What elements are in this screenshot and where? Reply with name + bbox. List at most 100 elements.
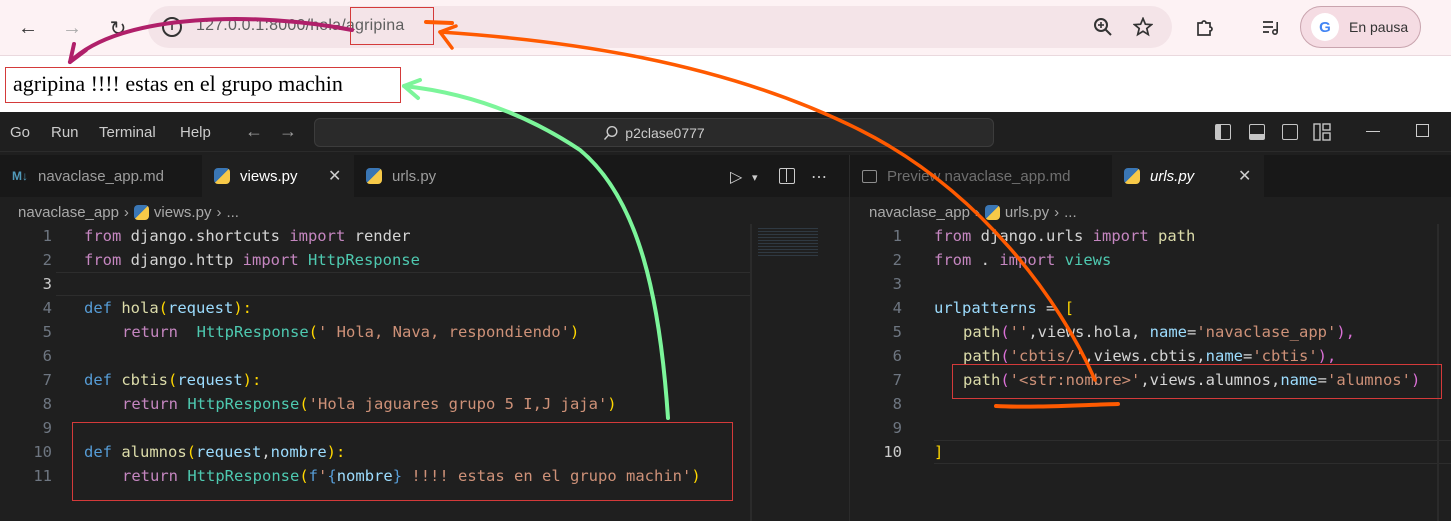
nav-forward-icon[interactable]: → [279, 121, 297, 142]
breadcrumb-separator-icon: › [123, 203, 129, 221]
views-editor[interactable]: 1 from django.shortcuts import render 2 fr… [0, 224, 849, 521]
menu-run[interactable]: Run [51, 124, 79, 141]
code-line: ] [934, 443, 944, 461]
toggle-panel-icon[interactable] [1249, 124, 1265, 140]
forward-button[interactable]: → [56, 12, 88, 44]
nav-back-icon[interactable]: ← [245, 121, 263, 142]
code-line: return HttpResponse(f'{nombre} !!!! esta… [122, 467, 701, 485]
search-icon [604, 125, 618, 140]
run-python-file-icon[interactable]: ▷ [730, 167, 742, 187]
forward-arrow-icon: → [62, 16, 82, 39]
code-line: def alumnos(request,nombre): [84, 443, 346, 461]
line-number: 3 [42, 275, 52, 293]
python-icon [214, 168, 230, 184]
breadcrumb-file[interactable]: views.py [154, 204, 212, 221]
line-number: 4 [892, 299, 902, 317]
urls-editor[interactable]: 1 from django.urls import path 2 from . im… [850, 224, 1451, 521]
reload-button[interactable]: ↻ [102, 12, 134, 44]
zoom-icon[interactable] [1090, 14, 1116, 40]
tab-label: navaclase_app.md [38, 167, 164, 185]
breadcrumb-more[interactable]: ... [1064, 204, 1077, 221]
media-controls-icon[interactable] [1256, 12, 1286, 42]
tab-urls-py[interactable]: urls.py [354, 155, 474, 197]
chevron-down-icon[interactable]: ▾ [752, 171, 758, 184]
code-line: urlpatterns = [ [934, 299, 1074, 317]
split-editor-icon[interactable] [779, 168, 795, 184]
site-info-icon[interactable]: i [162, 17, 182, 37]
line-number: 2 [42, 251, 52, 269]
tab-views-py[interactable]: views.py ✕ [202, 155, 354, 197]
code-line: from django.urls import path [934, 227, 1196, 245]
minimize-icon[interactable] [1366, 131, 1380, 132]
address-bar[interactable]: i 127.0.0.1:8000/hola/agripina [148, 6, 1172, 48]
code-line: from django.http import HttpResponse [84, 251, 420, 269]
customize-layout-icon[interactable] [1313, 123, 1331, 141]
preview-icon [862, 169, 877, 183]
back-button[interactable]: ← [12, 12, 44, 44]
breadcrumb-folder[interactable]: navaclase_app [869, 204, 970, 221]
line-number: 11 [33, 467, 52, 485]
line-number: 2 [892, 251, 902, 269]
minimap-preview[interactable] [758, 226, 818, 256]
breadcrumb-folder[interactable]: navaclase_app [18, 204, 119, 221]
line-number: 7 [42, 371, 52, 389]
tab-label: urls.py [392, 167, 437, 185]
browser-toolbar: ← → ↻ i 127.0.0.1:8000/hola/agripina G E… [0, 0, 1451, 56]
code-line: return HttpResponse(' Hola, Nava, respon… [122, 323, 580, 341]
close-icon[interactable]: ✕ [328, 166, 341, 186]
line-number: 3 [892, 275, 902, 293]
python-icon [984, 204, 1000, 220]
line-number: 10 [33, 443, 52, 461]
line-number: 6 [42, 347, 52, 365]
menu-go[interactable]: Go [10, 124, 30, 141]
more-actions-icon[interactable]: ⋯ [811, 167, 827, 187]
profile-button[interactable]: G En pausa [1300, 6, 1421, 48]
url-text[interactable]: 127.0.0.1:8000/hola/agripina [196, 17, 404, 35]
python-icon [1124, 168, 1140, 184]
code-line: return HttpResponse('Hola jaguares grupo… [122, 395, 617, 413]
breadcrumb-file[interactable]: urls.py [1005, 204, 1049, 221]
line-number: 1 [42, 227, 52, 245]
google-suite-icon: G [1311, 13, 1339, 41]
left-tab-bar: M↓ navaclase_app.md views.py ✕ urls.py [0, 155, 849, 197]
markdown-icon: M↓ [12, 169, 28, 183]
vscode-menubar: Go Run Terminal Help ← → p2clase0777 [0, 112, 1451, 152]
code-line: path('',views.hola, name='navaclase_app'… [963, 323, 1355, 341]
menu-help[interactable]: Help [180, 124, 211, 141]
extensions-icon[interactable] [1190, 12, 1220, 42]
tab-label: urls.py [1150, 167, 1195, 185]
toggle-secondary-sidebar-icon[interactable] [1282, 124, 1298, 140]
line-number: 5 [42, 323, 52, 341]
bookmark-star-icon[interactable] [1130, 14, 1156, 40]
python-icon [133, 204, 149, 220]
screen: ← → ↻ i 127.0.0.1:8000/hola/agripina G E… [0, 0, 1451, 521]
breadcrumb-separator-icon: › [974, 203, 980, 221]
line-number: 9 [892, 419, 902, 437]
tab-label: views.py [240, 167, 298, 185]
line-number: 7 [892, 371, 902, 389]
reload-icon: ↻ [109, 17, 127, 40]
line-number: 8 [892, 395, 902, 413]
code-line: path('<str:nombre>',views.alumnos,name='… [963, 371, 1421, 389]
breadcrumb-separator-icon: › [1054, 203, 1060, 221]
line-number: 10 [883, 443, 902, 461]
line-number: 5 [892, 323, 902, 341]
line-number: 8 [42, 395, 52, 413]
code-line: path('cbtis/',views.cbtis,name='cbtis'), [963, 347, 1337, 365]
page-response-text: agripina !!!! estas en el grupo machin [13, 71, 343, 96]
code-line: def hola(request): [84, 299, 253, 317]
command-center-search[interactable]: p2clase0777 [314, 118, 994, 147]
close-icon[interactable]: ✕ [1238, 166, 1251, 186]
tab-preview-md[interactable]: Preview navaclase_app.md [850, 155, 1110, 197]
line-number: 4 [42, 299, 52, 317]
minimap-right[interactable] [1437, 224, 1439, 521]
toggle-sidebar-icon[interactable] [1215, 124, 1231, 140]
breadcrumb-more[interactable]: ... [226, 204, 239, 221]
back-arrow-icon: ← [18, 16, 38, 39]
workspace-name: p2clase0777 [625, 124, 705, 141]
tab-navaclase-md[interactable]: M↓ navaclase_app.md [0, 155, 202, 197]
tab-urls-py-preview[interactable]: urls.py ✕ [1112, 155, 1264, 197]
minimap-left[interactable] [750, 224, 752, 521]
maximize-icon[interactable] [1416, 124, 1429, 137]
menu-terminal[interactable]: Terminal [99, 124, 156, 141]
